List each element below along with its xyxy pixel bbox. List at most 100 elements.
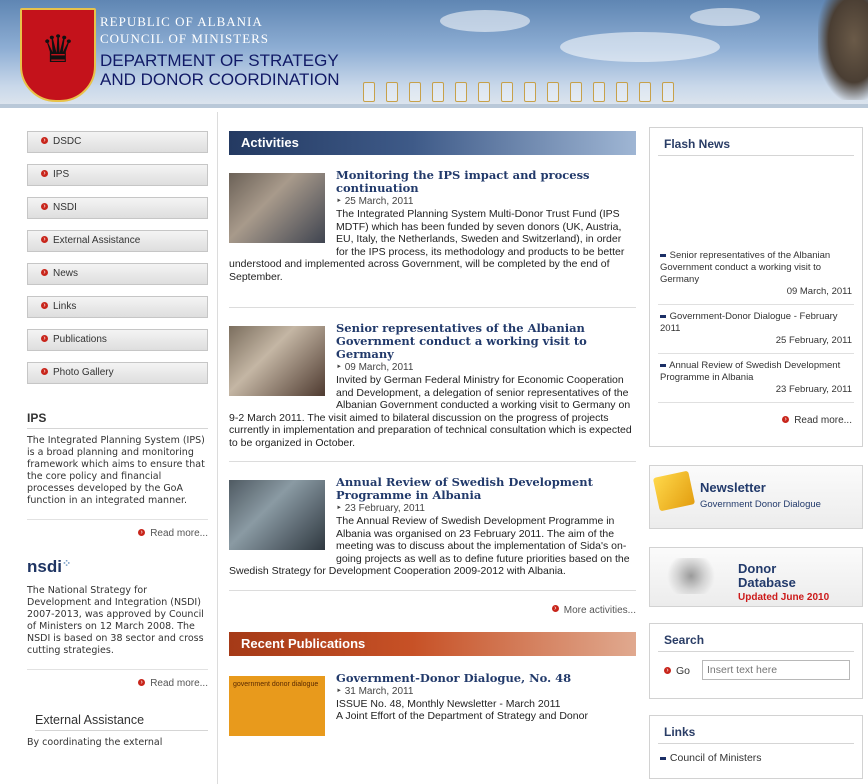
search-input[interactable] [702, 660, 850, 680]
flash-news-text: Senior representatives of the Albanian G… [660, 250, 831, 285]
flash-news-text: Annual Review of Swedish Development Pro… [660, 360, 841, 383]
date-text: 31 March, 2011 [344, 685, 414, 697]
nav-label: Links [53, 301, 77, 312]
header-department-line2: AND DONOR COORDINATION [100, 70, 340, 89]
flash-news-box: Flash News Senior representatives of the… [649, 127, 863, 447]
search-heading: Search [658, 624, 854, 652]
decorative-pillar [478, 82, 490, 102]
column-divider [217, 112, 218, 784]
network-icon [662, 558, 720, 594]
donor-title: Donor Database [738, 562, 796, 590]
activities-header-bar: Activities [229, 131, 636, 155]
nav-item-photo-gallery[interactable]: › Photo Gallery [27, 362, 208, 384]
sparkle-icon: ⁘ [61, 558, 72, 570]
donor-database-box[interactable]: Donor Database Updated June 2010 [649, 547, 863, 607]
right-sidebar: Flash News Senior representatives of the… [649, 127, 863, 779]
nav-item-publications[interactable]: › Publications [27, 329, 208, 351]
site-header: ♛ REPUBLIC OF ALBANIA COUNCIL OF MINISTE… [0, 0, 868, 108]
header-council: COUNCIL OF MINISTERS [100, 31, 270, 46]
decorative-pillar [616, 82, 628, 102]
flash-spacer [650, 156, 862, 244]
decorative-pillar [639, 82, 651, 102]
date-text: 09 March, 2011 [344, 362, 414, 373]
nav-label: IPS [53, 169, 70, 180]
links-box: Links Council of Ministers [649, 715, 863, 779]
link-label: Council of Ministers [669, 752, 762, 764]
flash-read-more-link[interactable]: › Read more... [658, 403, 854, 433]
link-council-of-ministers[interactable]: Council of Ministers [658, 744, 854, 770]
albania-emblem-logo[interactable]: ♛ [20, 8, 96, 102]
external-assistance-text: By coordinating the external [27, 737, 163, 748]
activity-article: Annual Review of Swedish Development Pro… [229, 476, 636, 591]
newsletter-box[interactable]: Newsletter Government Donor Dialogue [649, 465, 863, 529]
donor-updated: Updated June 2010 [738, 592, 830, 603]
cloud [560, 32, 720, 62]
activity-article: Senior representatives of the Albanian G… [229, 322, 636, 462]
decorative-pillar [363, 82, 375, 102]
flash-news-date: 23 February, 2011 [775, 384, 852, 395]
search-box: Search › Go [649, 623, 863, 699]
date-text: 25 March, 2011 [344, 196, 414, 207]
decorative-pillar [432, 82, 444, 102]
cloud [690, 8, 760, 26]
nsdi-logo: nsdi⁘ [27, 557, 208, 577]
nav-item-dsdc[interactable]: › DSDC [27, 131, 208, 153]
newsletter-title: Newsletter [700, 480, 766, 495]
nav-label: News [53, 268, 79, 279]
nav-item-nsdi[interactable]: › NSDI [27, 197, 208, 219]
nav-label: Photo Gallery [53, 367, 114, 378]
ips-read-more-link[interactable]: › Read more... [27, 519, 208, 539]
arrow-bullet-icon: › [41, 367, 48, 375]
ips-heading: IPS [27, 411, 208, 429]
nav-label: NSDI [53, 202, 77, 213]
nsdi-logo-text: nsdi [27, 557, 62, 576]
search-go-button[interactable]: › Go [664, 665, 690, 677]
nav-item-links[interactable]: › Links [27, 296, 208, 318]
decorative-pillar [455, 82, 467, 102]
activity-photo[interactable] [229, 326, 325, 396]
flash-news-item[interactable]: Government-Donor Dialogue - February 201… [658, 305, 854, 354]
donor-line2: Database [738, 575, 796, 590]
decorative-pillar [524, 82, 536, 102]
activity-photo[interactable] [229, 480, 325, 550]
more-activities-link[interactable]: › More activities... [229, 605, 636, 616]
flash-news-item[interactable]: Annual Review of Swedish Development Pro… [658, 354, 854, 403]
eagle-photo [818, 0, 868, 100]
arrow-bullet-icon: › [41, 136, 48, 144]
flash-news-heading: Flash News [658, 128, 854, 156]
nav-label: DSDC [53, 136, 82, 147]
arrow-bullet-icon: › [138, 678, 146, 686]
publication-cover[interactable]: government donor dialogue [229, 675, 325, 736]
flash-news-item[interactable]: Senior representatives of the Albanian G… [658, 244, 854, 305]
recent-publications-header-bar: Recent Publications [229, 631, 636, 656]
read-more-label: Read more... [150, 528, 208, 539]
left-sidebar: › DSDC › IPS › NSDI › External Assistance › N… [27, 131, 208, 749]
double-headed-eagle-icon: ♛ [40, 29, 76, 71]
arrow-bullet-icon: › [41, 268, 48, 276]
flash-news-date: 09 March, 2011 [786, 286, 852, 297]
main-content: Activities Monitoring the IPS impact and… [229, 131, 636, 740]
square-bullet-icon [660, 756, 663, 760]
decorative-pillar [570, 82, 582, 102]
activity-article: Monitoring the IPS impact and process co… [229, 169, 636, 308]
read-more-label: Read more... [150, 678, 208, 689]
activity-photo[interactable] [229, 173, 325, 243]
arrow-bullet-icon: › [41, 334, 48, 342]
nsdi-read-more-link[interactable]: › Read more... [27, 669, 208, 689]
decorative-pillar [547, 82, 559, 102]
nav-item-external-assistance[interactable]: › External Assistance [27, 230, 208, 252]
decorative-pillar [409, 82, 421, 102]
square-bullet-icon [660, 253, 663, 257]
ips-description: The Integrated Planning System (IPS) is … [27, 435, 205, 506]
nav-label: Publications [53, 334, 107, 345]
arrow-bullet-icon: › [664, 666, 671, 674]
decorative-pillar [593, 82, 605, 102]
nav-item-news[interactable]: › News [27, 263, 208, 285]
header-republic: REPUBLIC OF ALBANIA [100, 14, 263, 29]
header-strip [0, 104, 868, 108]
arrow-bullet-icon: › [551, 605, 559, 613]
arrow-bullet-icon: › [782, 415, 790, 423]
nav-item-ips[interactable]: › IPS [27, 164, 208, 186]
publication-item: government donor dialogue Government-Don… [229, 671, 636, 736]
square-bullet-icon [660, 314, 663, 318]
